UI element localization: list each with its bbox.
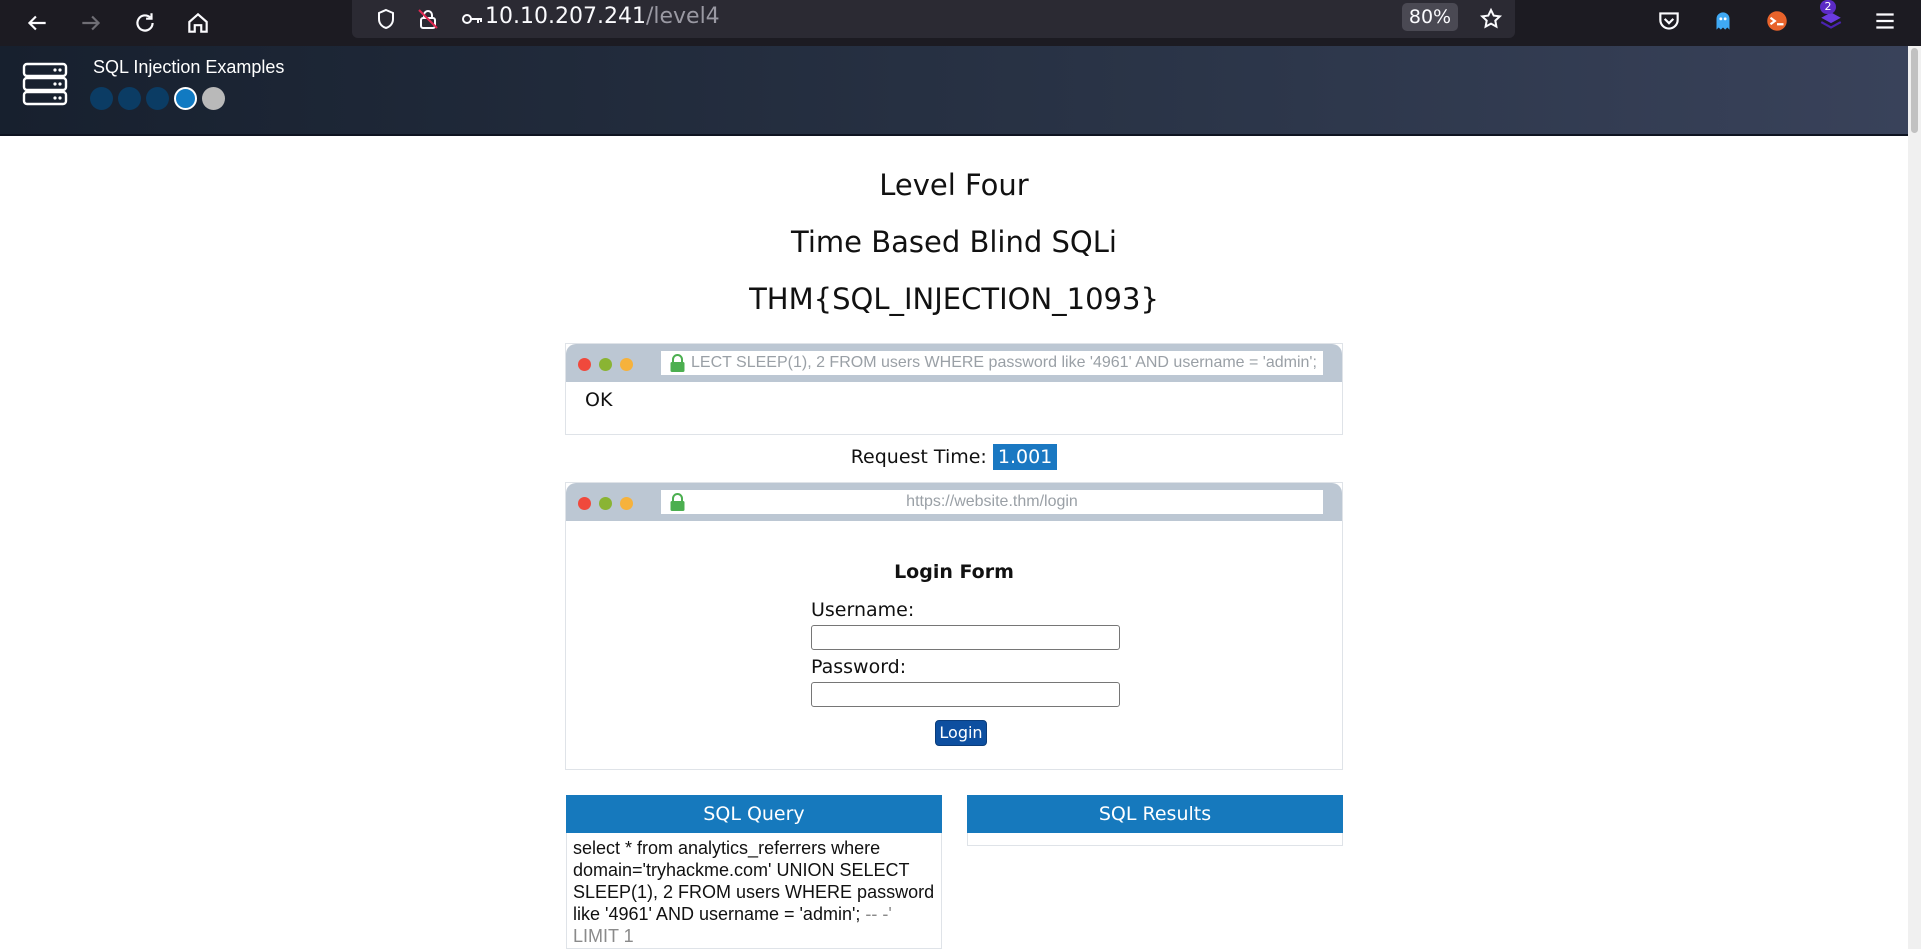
maximize-dot-icon xyxy=(599,358,612,371)
secure-lock-icon xyxy=(670,493,685,511)
username-label: Username: xyxy=(811,599,915,621)
sql-query-text: select * from analytics_referrers where … xyxy=(573,837,941,947)
server-stack-icon xyxy=(22,62,68,106)
back-arrow-icon[interactable] xyxy=(20,6,54,40)
level-subtitle: Time Based Blind SQLi xyxy=(791,225,1117,259)
url-text[interactable]: 10.10.207.241/level4 xyxy=(485,2,720,32)
password-label: Password: xyxy=(811,656,907,678)
minimize-dot-icon xyxy=(620,358,633,371)
sql-results-header: SQL Results xyxy=(967,795,1343,833)
flag-text: THM{SQL_INJECTION_1093} xyxy=(749,282,1159,316)
level-dot-4-current[interactable] xyxy=(174,87,197,110)
foxyproxy-extension-icon[interactable] xyxy=(1760,4,1794,38)
response-body: OK xyxy=(566,382,1342,436)
level-progress xyxy=(90,87,225,110)
url-host: 10.10.207.241 xyxy=(485,4,646,29)
sql-query-header: SQL Query xyxy=(566,795,942,833)
secure-lock-icon xyxy=(670,354,685,372)
page-scrollbar[interactable] xyxy=(1908,46,1921,949)
request-time-label: Request Time: xyxy=(850,446,987,468)
level-dot-1[interactable] xyxy=(90,87,113,110)
pocket-icon[interactable] xyxy=(1652,4,1686,38)
level-title: Level Four xyxy=(879,168,1029,202)
url-path: /level4 xyxy=(645,4,720,29)
sql-results-body xyxy=(967,833,1343,846)
extension-count-badge: 2 xyxy=(1820,0,1836,14)
request-time: Request Time: 1.001 xyxy=(0,444,1908,470)
response-ok-text: OK xyxy=(585,389,613,411)
mock-browser-bar: https://website.thm/login xyxy=(566,483,1342,521)
mock-browser-bar: LECT SLEEP(1), 2 FROM users WHERE passwo… xyxy=(566,344,1342,382)
home-icon[interactable] xyxy=(181,6,215,40)
close-dot-icon xyxy=(578,358,591,371)
mock-address-bar: LECT SLEEP(1), 2 FROM users WHERE passwo… xyxy=(661,351,1323,375)
request-time-value: 1.001 xyxy=(992,444,1058,470)
reload-icon[interactable] xyxy=(128,6,162,40)
login-mock-browser: https://website.thm/login Login Form Use… xyxy=(565,482,1343,770)
login-form-title: Login Form xyxy=(894,561,1014,583)
site-header: SQL Injection Examples xyxy=(0,46,1908,136)
url-bar[interactable]: 10.10.207.241/level4 80% xyxy=(352,0,1515,38)
zoom-level-badge[interactable]: 80% xyxy=(1402,3,1458,31)
login-form: Login Form Username: Password: Login xyxy=(566,521,1342,769)
insecure-lock-icon[interactable] xyxy=(414,5,442,33)
scrollbar-thumb[interactable] xyxy=(1911,48,1918,133)
key-icon[interactable] xyxy=(458,5,486,33)
minimize-dot-icon xyxy=(620,497,633,510)
level-dot-2[interactable] xyxy=(118,87,141,110)
login-button[interactable]: Login xyxy=(935,720,987,746)
ghostery-extension-icon[interactable] xyxy=(1706,4,1740,38)
tracking-shield-icon[interactable] xyxy=(372,5,400,33)
hamburger-menu-icon[interactable] xyxy=(1868,4,1902,38)
level-dot-3[interactable] xyxy=(146,87,169,110)
bookmark-star-icon[interactable] xyxy=(1477,5,1505,33)
password-input[interactable] xyxy=(811,682,1120,707)
level-dot-5-locked xyxy=(202,87,225,110)
sql-query-body: select * from analytics_referrers where … xyxy=(566,833,942,949)
response-mock-browser: LECT SLEEP(1), 2 FROM users WHERE passwo… xyxy=(565,343,1343,435)
maximize-dot-icon xyxy=(599,497,612,510)
username-input[interactable] xyxy=(811,625,1120,650)
browser-toolbar: 10.10.207.241/level4 80% 2 xyxy=(0,0,1921,46)
site-title: SQL Injection Examples xyxy=(93,57,285,77)
mock-address-bar: https://website.thm/login xyxy=(661,490,1323,514)
mock-address-text: https://website.thm/login xyxy=(906,493,1078,510)
forward-arrow-icon[interactable] xyxy=(74,6,108,40)
close-dot-icon xyxy=(578,497,591,510)
mock-address-text: LECT SLEEP(1), 2 FROM users WHERE passwo… xyxy=(691,354,1317,371)
